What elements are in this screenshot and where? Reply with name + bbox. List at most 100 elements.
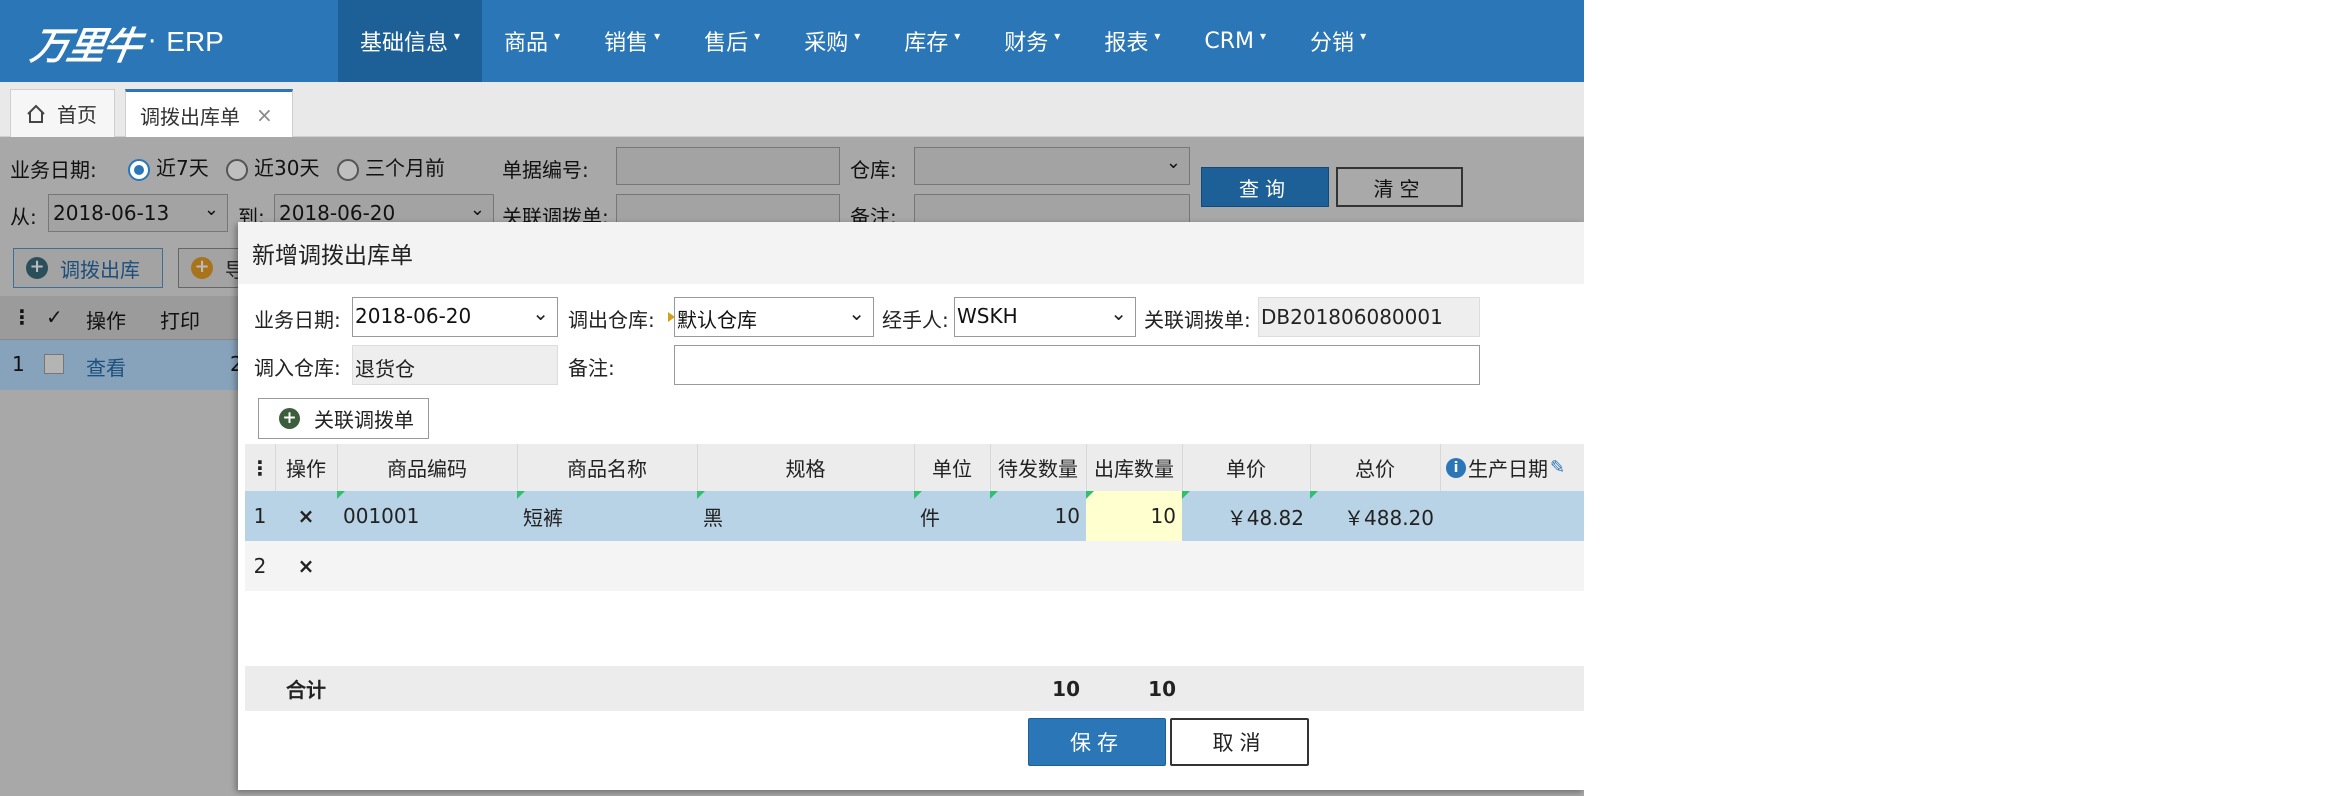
out-warehouse-select[interactable]: 默认仓库 ⌄: [668, 297, 874, 337]
warehouse-select[interactable]: ⌄: [914, 147, 1190, 185]
handler-value: WSKH: [957, 304, 1018, 328]
edit-marker: [697, 491, 705, 499]
menu-label: 售后: [704, 31, 749, 56]
cell-name[interactable]: 短裤: [517, 491, 697, 541]
tab-home-label: 首页: [57, 103, 97, 127]
row-checkbox[interactable]: [44, 354, 64, 374]
grid-header: ⋮ 操作 商品编码 商品名称 规格 单位 待发数量 出库数量 单价 总价 i 生…: [245, 444, 1584, 491]
cancel-button[interactable]: 取消: [1170, 718, 1309, 766]
edit-marker: [1086, 491, 1094, 499]
menu-reports[interactable]: 报表 ▾: [1082, 0, 1182, 82]
info-icon[interactable]: i: [1446, 457, 1466, 478]
col-total: 总价: [1355, 457, 1395, 481]
related-transfer-field: DB201806080001: [1258, 297, 1480, 337]
cell-total[interactable]: ￥488.20: [1310, 491, 1440, 541]
grid-footer: 合计 10 10: [245, 666, 1584, 711]
brand-logo[interactable]: 万里牛 · ERP: [28, 12, 224, 72]
logo-dot: ·: [148, 27, 157, 57]
menu-label: 报表: [1104, 31, 1149, 56]
caret-down-icon: ▾: [554, 29, 561, 43]
query-button[interactable]: 查询: [1201, 167, 1329, 207]
cell-pending[interactable]: 10: [990, 491, 1086, 541]
cell-spec-value: 黑: [703, 505, 723, 530]
col-prod-date[interactable]: i 生产日期 ✎: [1440, 444, 1584, 491]
caret-down-icon: ▾: [1260, 29, 1267, 43]
transfer-out-label: 调拨出库: [60, 257, 140, 282]
view-link[interactable]: 查看: [86, 352, 126, 381]
radio-30-days[interactable]: 近30天: [226, 152, 319, 181]
col-price: 单价: [1226, 457, 1266, 481]
dialog-title: 新增调拨出库单: [238, 222, 1584, 284]
edit-marker: [1182, 491, 1190, 499]
column-menu-icon[interactable]: ⋮: [245, 444, 275, 491]
biz-date-label: 业务日期:: [254, 308, 341, 332]
app-root: 万里牛 · ERP 基础信息 ▾ 商品 ▾ 销售 ▾ 售后 ▾ 采购 ▾ 库存 ▾ 财务 ▾ …: [0, 0, 1584, 796]
handler-select[interactable]: WSKH ⌄: [954, 297, 1136, 337]
table-row[interactable]: 1 × 001001 短裤 黑 件 10 10 ￥48.82 ￥488.20: [245, 491, 1584, 541]
menu-finance[interactable]: 财务 ▾: [982, 0, 1082, 82]
chevron-down-icon: ⌄: [469, 199, 485, 220]
menu-after-sales[interactable]: 售后 ▾: [682, 0, 782, 82]
transfer-out-button[interactable]: + 调拨出库: [13, 248, 163, 288]
edit-marker: [1310, 491, 1318, 499]
biz-date-select[interactable]: 2018-06-20 ⌄: [352, 297, 558, 337]
remark-input[interactable]: [674, 345, 1480, 385]
edit-marker: [914, 491, 922, 499]
plus-circle-icon: +: [191, 257, 213, 279]
in-warehouse-value: 退货仓: [355, 357, 415, 381]
clear-button[interactable]: 清空: [1336, 167, 1463, 207]
from-date-value: 2018-06-13: [53, 201, 170, 225]
menu-label: 采购: [804, 31, 849, 56]
menu-goods[interactable]: 商品 ▾: [482, 0, 582, 82]
menu-crm[interactable]: CRM ▾: [1182, 0, 1288, 82]
cell-price[interactable]: ￥48.82: [1182, 491, 1310, 541]
col-op: 操作: [86, 309, 126, 333]
table-row[interactable]: 2 ×: [245, 541, 1584, 591]
col-unit: 单位: [932, 457, 972, 481]
out-warehouse-value: 默认仓库: [677, 308, 757, 332]
cell-code[interactable]: 001001: [337, 491, 517, 541]
cell-unit[interactable]: 件: [914, 491, 990, 541]
caret-down-icon: ▾: [754, 29, 761, 43]
menu-inventory[interactable]: 库存 ▾: [882, 0, 982, 82]
biz-date-value: 2018-06-20: [355, 304, 472, 328]
out-warehouse-label: 调出仓库:: [568, 308, 655, 332]
menu-label: 财务: [1004, 31, 1049, 56]
col-op: 操作: [286, 457, 326, 481]
tab-home[interactable]: 首页: [10, 89, 115, 137]
menu-sales[interactable]: 销售 ▾: [582, 0, 682, 82]
delete-row-icon[interactable]: ×: [275, 541, 337, 591]
radio-3m-label: 三个月前: [365, 156, 445, 180]
menu-purchase[interactable]: 采购 ▾: [782, 0, 882, 82]
caret-down-icon: ▾: [1154, 29, 1161, 43]
link-transfer-label: 关联调拨单: [314, 408, 414, 432]
footer-pending: 10: [1052, 676, 1080, 701]
tab-transfer-out[interactable]: 调拨出库单 ×: [125, 89, 293, 138]
menu-label: 销售: [604, 31, 649, 56]
related-transfer-value: DB201806080001: [1261, 305, 1443, 329]
remark-label: 备注:: [568, 356, 615, 380]
save-button[interactable]: 保存: [1028, 718, 1166, 766]
close-icon[interactable]: ×: [256, 103, 273, 127]
chevron-down-icon: ⌄: [532, 301, 549, 325]
radio-3-months[interactable]: 三个月前: [337, 152, 445, 181]
delete-row-icon[interactable]: ×: [275, 491, 337, 541]
menu-label: 基础信息: [360, 31, 449, 56]
logo-mark: 万里牛: [27, 22, 144, 68]
cell-outqty[interactable]: 10: [1086, 491, 1182, 541]
from-date-select[interactable]: 2018-06-13 ⌄: [48, 194, 228, 232]
cell-spec[interactable]: 黑: [697, 491, 914, 541]
menu-basic-info[interactable]: 基础信息 ▾: [338, 0, 483, 82]
radio-7-days[interactable]: 近7天: [128, 152, 209, 181]
chevron-down-icon: ⌄: [1110, 301, 1127, 325]
column-menu-icon[interactable]: ⋮: [12, 305, 32, 329]
caret-down-icon: ▾: [1054, 29, 1061, 43]
menu-label: 商品: [504, 31, 549, 56]
bill-no-input[interactable]: [616, 147, 840, 185]
radio-7-label: 近7天: [156, 156, 209, 180]
select-all-check[interactable]: ✓: [46, 305, 63, 329]
link-transfer-button[interactable]: + 关联调拨单: [258, 398, 429, 439]
menu-distribution[interactable]: 分销 ▾: [1288, 0, 1388, 82]
pencil-icon[interactable]: ✎: [1550, 457, 1565, 478]
chevron-down-icon: ⌄: [1165, 152, 1181, 173]
